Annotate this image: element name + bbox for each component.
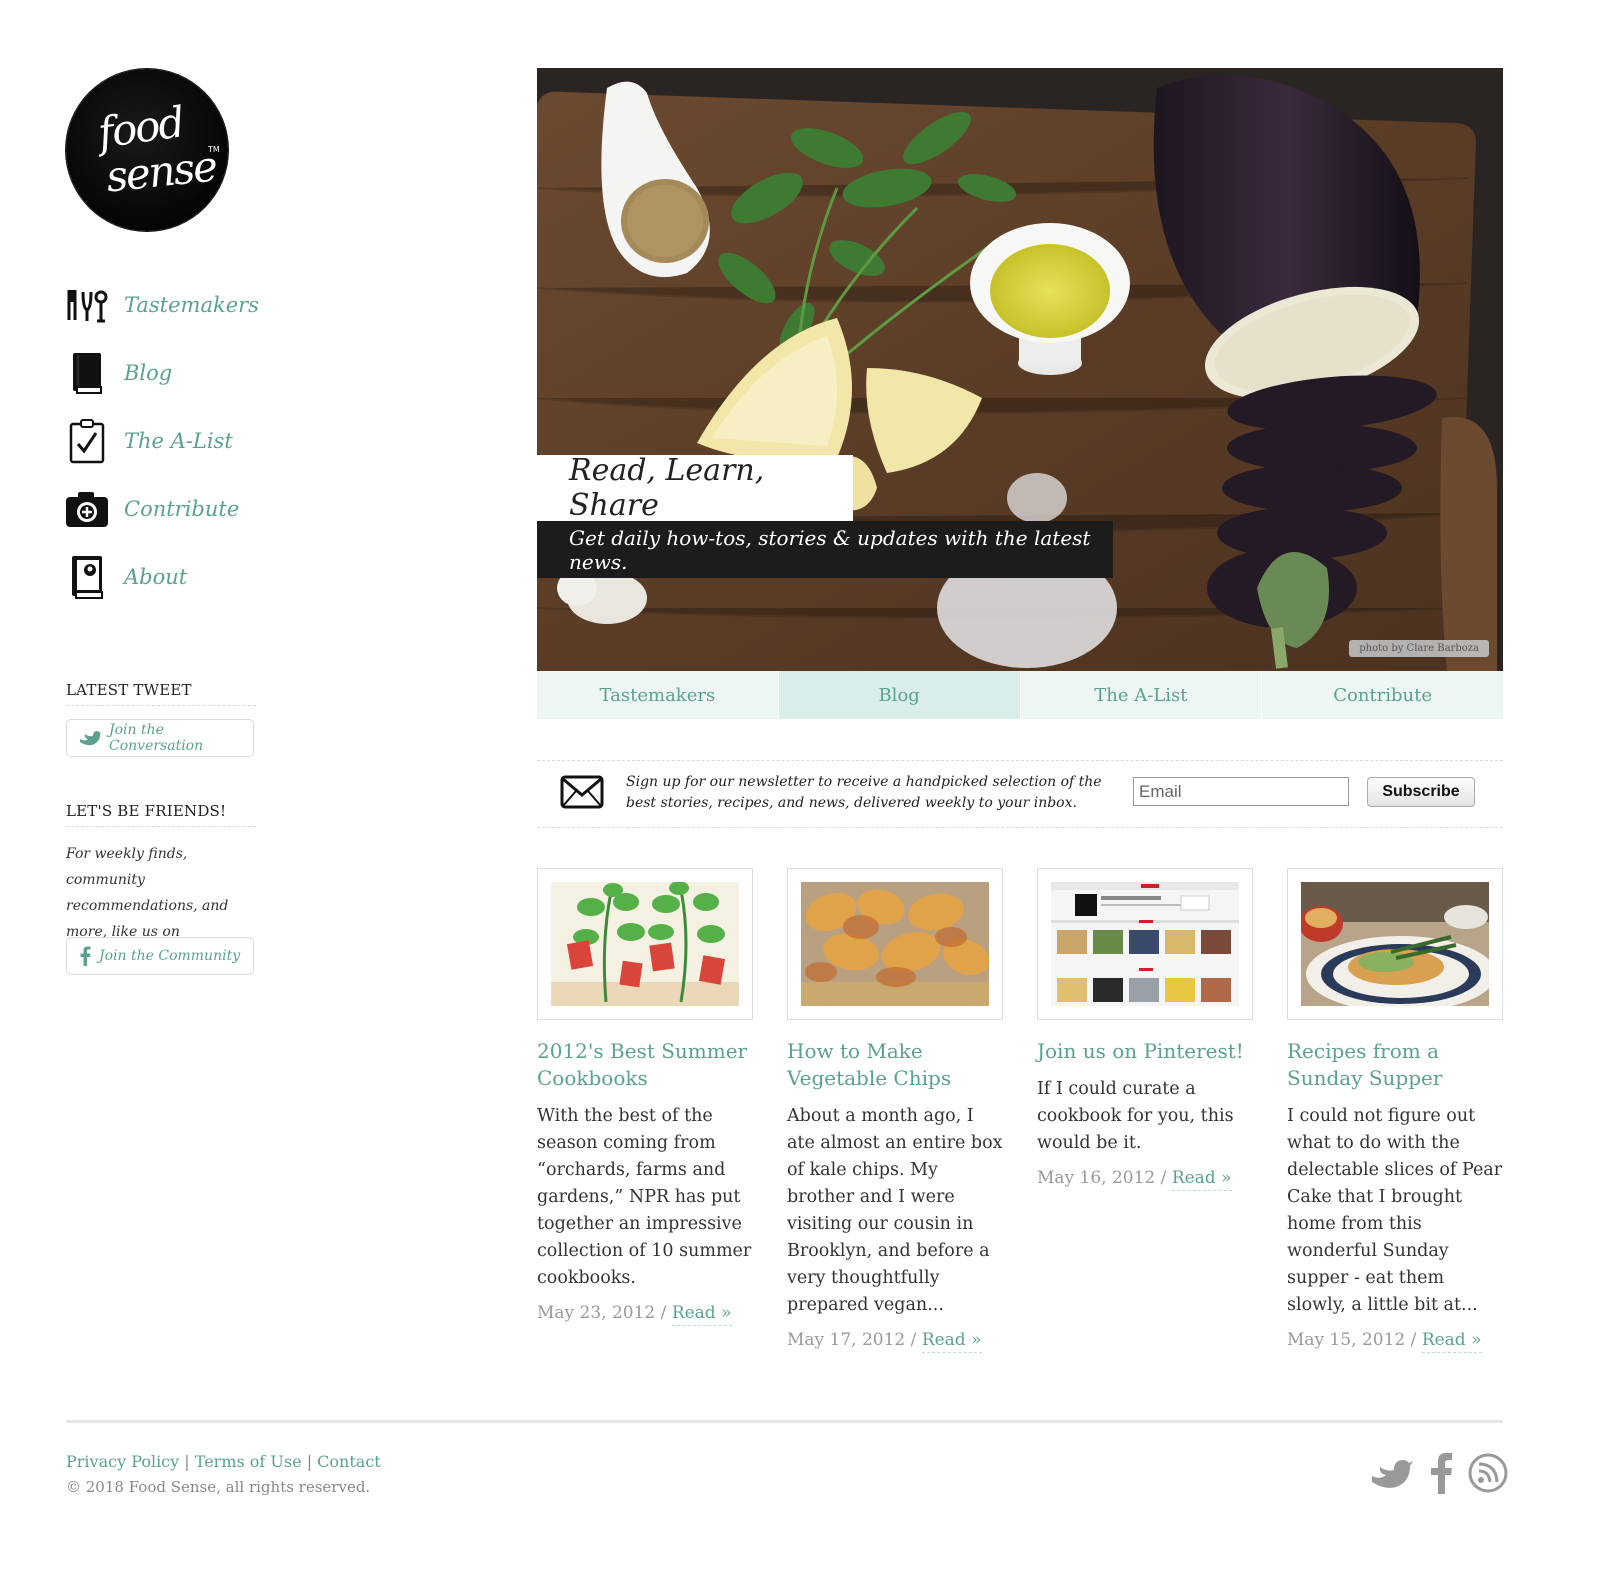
post-thumbnail[interactable] xyxy=(1037,868,1253,1020)
read-more-link[interactable]: Read » xyxy=(1421,1330,1482,1353)
terms-of-use-link[interactable]: Terms of Use xyxy=(195,1452,302,1471)
post-thumbnail[interactable] xyxy=(1287,868,1503,1020)
tab-contribute[interactable]: Contribute xyxy=(1262,671,1503,719)
sidebar-item-label: About xyxy=(124,565,188,589)
post-date: May 16, 2012 xyxy=(1037,1168,1156,1188)
post-title[interactable]: 2012's Best Summer Cookbooks xyxy=(537,1038,755,1092)
hero-subtitle: Get daily how-tos, stories & updates wit… xyxy=(537,521,1113,578)
post-meta: May 23, 2012 / Read » xyxy=(537,1303,755,1326)
post-thumbnail[interactable] xyxy=(787,868,1003,1020)
camera-plus-icon xyxy=(64,486,110,532)
hero-photo xyxy=(537,68,1503,671)
clipboard-check-icon xyxy=(64,418,110,464)
sidebar-nav: Tastemakers Blog The A-List Contribute A… xyxy=(64,282,259,622)
rss-icon[interactable] xyxy=(1468,1453,1508,1493)
book-icon xyxy=(64,350,110,396)
hero-title: Read, Learn, Share xyxy=(537,453,853,523)
read-more-link[interactable]: Read » xyxy=(921,1330,982,1353)
twitter-icon[interactable] xyxy=(1370,1456,1414,1490)
post-meta: May 17, 2012 / Read » xyxy=(787,1330,1005,1353)
sidebar-item-blog[interactable]: Blog xyxy=(64,350,259,396)
sidebar-item-a-list[interactable]: The A-List xyxy=(64,418,259,464)
privacy-policy-link[interactable]: Privacy Policy xyxy=(66,1452,179,1471)
sidebar-item-label: Blog xyxy=(124,361,173,385)
post-excerpt: If I could curate a cookbook for you, th… xyxy=(1037,1079,1234,1153)
post-title[interactable]: How to Make Vegetable Chips xyxy=(787,1038,1005,1092)
footer-divider xyxy=(66,1420,1503,1423)
twitter-bird-icon xyxy=(79,730,101,746)
sidebar-item-label: The A-List xyxy=(124,429,233,453)
post-excerpt: I could not figure out what to do with t… xyxy=(1287,1106,1503,1315)
sidebar-item-about[interactable]: About xyxy=(64,554,259,600)
read-more-link[interactable]: Read » xyxy=(1171,1168,1232,1191)
sidebar-item-contribute[interactable]: Contribute xyxy=(64,486,259,532)
post-meta: May 15, 2012 / Read » xyxy=(1287,1330,1505,1353)
subscribe-button[interactable]: Subscribe xyxy=(1367,777,1475,807)
food-sense-logo[interactable]: food sense TM xyxy=(66,69,228,231)
hero-banner: Read, Learn, Share Get daily how-tos, st… xyxy=(537,68,1503,671)
post-card: Recipes from a Sunday Supper I could not… xyxy=(1287,868,1505,1353)
photo-credit: photo by Clare Barboza xyxy=(1349,640,1489,657)
logo-trademark: TM xyxy=(208,145,220,154)
newsletter-text: Sign up for our newsletter to receive a … xyxy=(626,774,1102,811)
footer-separator: | xyxy=(306,1452,313,1471)
post-card: How to Make Vegetable Chips About a mont… xyxy=(787,868,1005,1353)
copyright: © 2018 Food Sense, all rights reserved. xyxy=(66,1478,371,1496)
sidebar-item-label: Contribute xyxy=(124,497,240,521)
social-links xyxy=(1356,1452,1508,1494)
tab-a-list[interactable]: The A-List xyxy=(1021,671,1263,719)
sidebar-item-label: Tastemakers xyxy=(124,293,259,317)
post-excerpt: About a month ago, I ate almost an entir… xyxy=(787,1106,1003,1315)
post-card: Join us on Pinterest! If I could curate … xyxy=(1037,868,1255,1191)
cookbook-illustration-image xyxy=(551,882,739,1006)
sunday-supper-image xyxy=(1301,882,1489,1006)
pinterest-screenshot-image xyxy=(1051,882,1239,1006)
footer-links: Privacy Policy | Terms of Use | Contact xyxy=(66,1452,381,1471)
post-date: May 23, 2012 xyxy=(537,1303,656,1323)
join-community-label: Join the Community xyxy=(99,948,241,964)
latest-tweet-heading: LATEST TWEET xyxy=(66,681,256,706)
post-date: May 15, 2012 xyxy=(1287,1330,1406,1350)
envelope-icon xyxy=(559,773,605,815)
facebook-icon xyxy=(79,946,91,966)
join-community-button[interactable]: Join the Community xyxy=(66,937,254,975)
post-thumbnail[interactable] xyxy=(537,868,753,1020)
facebook-icon[interactable] xyxy=(1428,1452,1454,1494)
vegetable-chips-image xyxy=(801,882,989,1006)
utensils-icon xyxy=(64,282,110,328)
join-conversation-label: Join the Conversation xyxy=(109,722,204,754)
sidebar-item-tastemakers[interactable]: Tastemakers xyxy=(64,282,259,328)
post-title[interactable]: Join us on Pinterest! xyxy=(1037,1038,1255,1065)
email-field[interactable] xyxy=(1133,777,1349,806)
contact-link[interactable]: Contact xyxy=(317,1452,381,1471)
post-title[interactable]: Recipes from a Sunday Supper xyxy=(1287,1038,1505,1092)
read-more-link[interactable]: Read » xyxy=(671,1303,732,1326)
post-meta: May 16, 2012 / Read » xyxy=(1037,1168,1255,1191)
join-conversation-button[interactable]: Join the Conversation xyxy=(66,719,254,757)
footer-separator: | xyxy=(184,1452,190,1471)
tab-tastemakers[interactable]: Tastemakers xyxy=(537,671,779,719)
section-tabs: Tastemakers Blog The A-List Contribute xyxy=(537,671,1503,719)
tab-blog[interactable]: Blog xyxy=(778,671,1021,719)
post-excerpt: With the best of the season coming from … xyxy=(537,1106,752,1288)
post-date: May 17, 2012 xyxy=(787,1330,906,1350)
profile-book-icon xyxy=(64,554,110,600)
logo-text-sense: sense xyxy=(103,141,219,202)
friends-heading: LET'S BE FRIENDS! xyxy=(66,802,256,827)
post-card: 2012's Best Summer Cookbooks With the be… xyxy=(537,868,755,1326)
newsletter-signup: Sign up for our newsletter to receive a … xyxy=(537,760,1503,828)
